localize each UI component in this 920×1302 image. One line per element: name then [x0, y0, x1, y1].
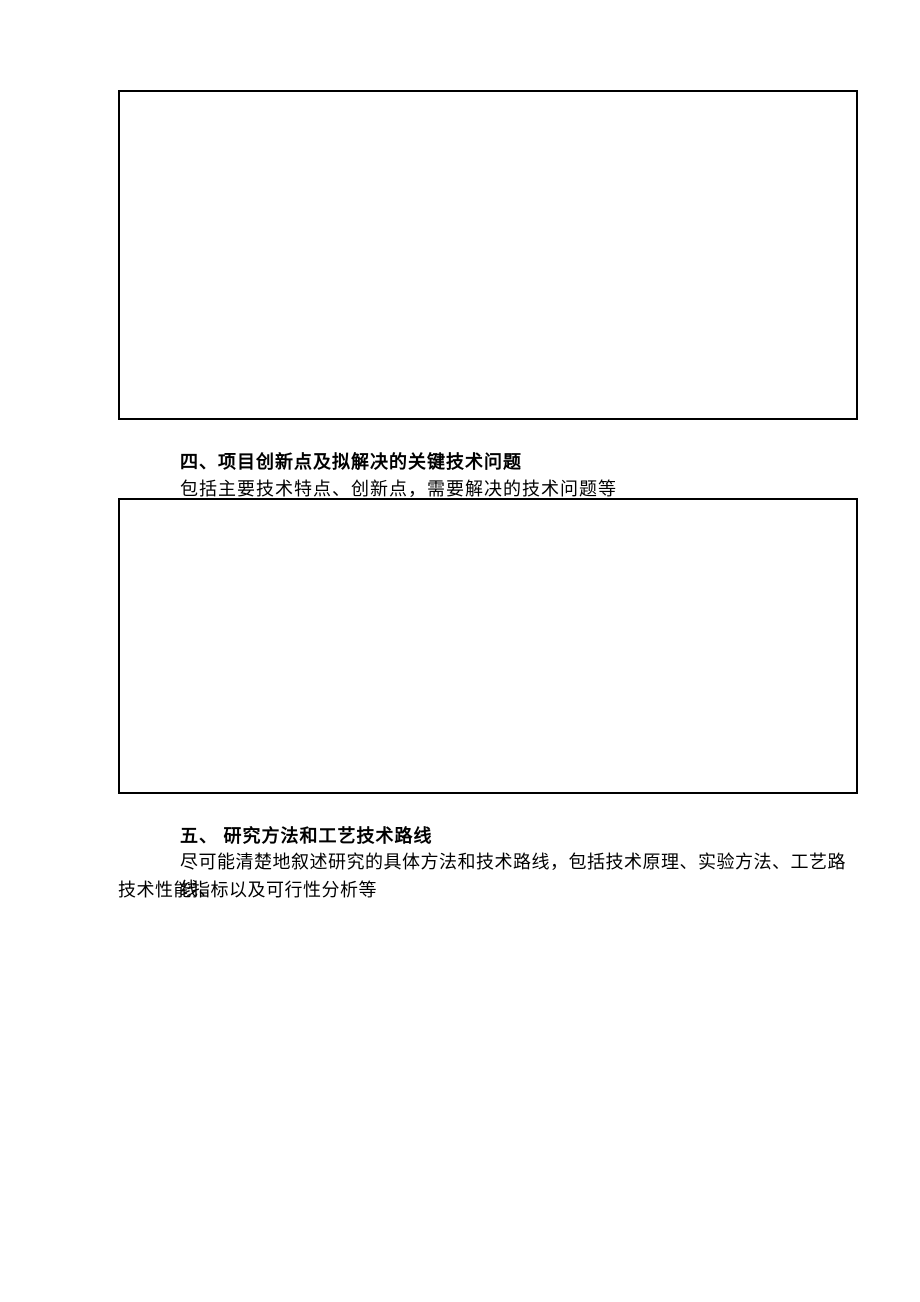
section-5-description-line-2: 技术性能指标以及可行性分析等 [118, 876, 377, 902]
content-box-section-4 [118, 498, 858, 794]
section-4-heading: 四、项目创新点及拟解决的关键技术问题 [180, 448, 522, 474]
content-box-section-3 [118, 90, 858, 420]
section-5-heading: 五、 研究方法和工艺技术路线 [180, 822, 433, 848]
